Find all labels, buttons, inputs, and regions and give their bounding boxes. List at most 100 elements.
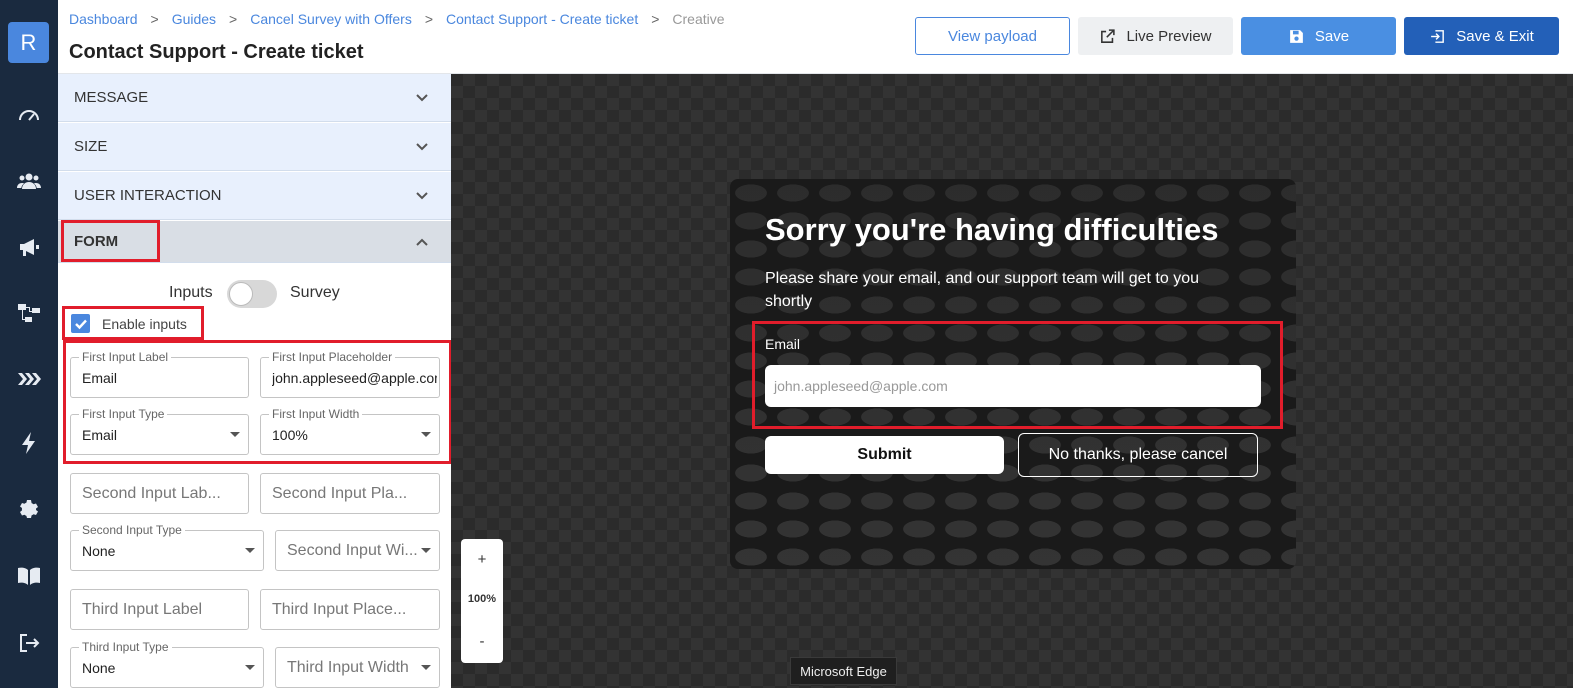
chevron-down-icon <box>416 143 428 151</box>
view-payload-button[interactable]: View payload <box>915 17 1070 55</box>
modal-submit-button[interactable]: Submit <box>765 436 1004 474</box>
modal-email-label: Email <box>765 336 801 352</box>
enable-inputs-label: Enable inputs <box>102 315 187 332</box>
first-input-placeholder-field[interactable]: First Input Placeholder john.appleseed@a… <box>260 350 440 398</box>
save-exit-label: Save & Exit <box>1456 27 1534 45</box>
third-input-placeholder-field[interactable]: Third Input Place... <box>260 589 440 630</box>
first-input-label-caption: First Input Label <box>79 350 172 364</box>
first-input-width-caption: First Input Width <box>269 407 363 421</box>
modal-subtitle: Please share your email, and our support… <box>765 270 1200 310</box>
floppy-disk-icon <box>1290 29 1303 43</box>
section-size[interactable]: SIZE <box>58 123 451 171</box>
switch-knob <box>229 282 253 306</box>
chevron-down-icon <box>416 94 428 102</box>
third-input-label-field[interactable]: Third Input Label <box>70 589 249 630</box>
breadcrumb-separator: > <box>424 11 434 27</box>
section-user-interaction-label: USER INTERACTION <box>74 187 222 204</box>
guides-icon[interactable] <box>14 364 44 394</box>
exit-icon <box>1431 29 1445 43</box>
zoom-level: 100% <box>467 593 497 605</box>
logout-icon[interactable] <box>14 628 44 658</box>
first-input-width-select[interactable]: First Input Width 100% <box>260 407 440 455</box>
zoom-out-button[interactable]: - <box>461 633 503 650</box>
preview-modal: Sorry you're having difficulties Please … <box>730 179 1296 569</box>
page-title: Contact Support - Create ticket <box>69 41 364 63</box>
megaphone-icon[interactable] <box>14 232 44 262</box>
second-input-placeholder-placeholder: Second Input Pla... <box>272 485 408 502</box>
first-input-type-select[interactable]: First Input Type Email <box>70 407 249 455</box>
section-user-interaction[interactable]: USER INTERACTION <box>58 172 451 220</box>
first-input-placeholder-caption: First Input Placeholder <box>269 350 396 364</box>
first-input-placeholder-value: john.appleseed@apple.com <box>272 370 437 386</box>
breadcrumb-guides[interactable]: Guides <box>172 11 216 27</box>
section-size-label: SIZE <box>74 138 108 155</box>
second-input-placeholder-field[interactable]: Second Input Pla... <box>260 473 440 514</box>
third-input-type-select[interactable]: Third Input Type None <box>70 640 264 688</box>
third-input-width-select[interactable]: Third Input Width <box>275 647 440 688</box>
gear-icon[interactable] <box>14 495 44 525</box>
toggle-inputs-label: Inputs <box>169 284 213 301</box>
dashboard-icon[interactable] <box>14 100 44 130</box>
modal-email-input[interactable]: john.appleseed@apple.com <box>765 365 1261 407</box>
external-link-icon <box>1101 28 1116 43</box>
inputs-survey-toggle-row: Inputs Survey <box>58 279 451 308</box>
book-icon[interactable] <box>14 561 44 591</box>
section-form-label: FORM <box>74 233 119 250</box>
breadcrumb-cancel-survey[interactable]: Cancel Survey with Offers <box>250 11 412 27</box>
save-button[interactable]: Save <box>1241 17 1396 55</box>
third-input-placeholder-placeholder: Third Input Place... <box>272 601 407 618</box>
breadcrumb-dashboard[interactable]: Dashboard <box>69 11 138 27</box>
settings-panel: MESSAGE SIZE USER INTERACTION FORM Input… <box>58 74 451 688</box>
dropdown-caret-icon <box>230 432 240 437</box>
inputs-survey-switch[interactable] <box>227 280 277 308</box>
first-input-label-value: Email <box>82 370 118 386</box>
section-form[interactable]: FORM <box>58 221 451 263</box>
section-message[interactable]: MESSAGE <box>58 74 451 122</box>
second-input-type-select[interactable]: Second Input Type None <box>70 523 264 571</box>
breadcrumb-creative: Creative <box>672 11 725 27</box>
chevron-down-icon <box>416 192 428 200</box>
third-input-type-caption: Third Input Type <box>79 640 172 654</box>
sidebar: R <box>0 0 58 688</box>
third-input-width-placeholder: Third Input Width <box>287 659 409 676</box>
users-icon[interactable] <box>14 166 44 196</box>
dropdown-caret-icon <box>245 665 255 670</box>
view-payload-label: View payload <box>948 27 1037 45</box>
enable-inputs-row[interactable]: Enable inputs <box>71 314 187 333</box>
top-bar: Dashboard > Guides > Cancel Survey with Of… <box>58 0 1573 74</box>
second-input-label-field[interactable]: Second Input Lab... <box>70 473 249 514</box>
second-input-width-placeholder: Second Input Wi... <box>287 542 418 559</box>
breadcrumb: Dashboard > Guides > Cancel Survey with Of… <box>69 11 725 27</box>
save-exit-button[interactable]: Save & Exit <box>1404 17 1559 55</box>
third-input-label-placeholder: Third Input Label <box>82 601 203 618</box>
first-input-type-value: Email <box>82 427 118 443</box>
live-preview-label: Live Preview <box>1126 27 1212 45</box>
section-message-label: MESSAGE <box>74 89 149 106</box>
zoom-in-button[interactable]: + <box>461 551 503 568</box>
dropdown-caret-icon <box>421 548 431 553</box>
enable-inputs-checkbox[interactable] <box>71 314 90 333</box>
flow-icon[interactable] <box>14 298 44 328</box>
toggle-survey-label: Survey <box>290 284 340 301</box>
dropdown-caret-icon <box>421 432 431 437</box>
live-preview-button[interactable]: Live Preview <box>1078 17 1233 55</box>
second-input-type-value: None <box>82 543 116 559</box>
first-input-width-value: 100% <box>272 427 308 443</box>
first-input-label-field[interactable]: First Input Label Email <box>70 350 249 398</box>
breadcrumb-separator: > <box>150 11 159 27</box>
second-input-type-caption: Second Input Type <box>79 523 185 537</box>
third-input-type-value: None <box>82 660 116 676</box>
dropdown-caret-icon <box>421 665 431 670</box>
dropdown-caret-icon <box>245 548 255 553</box>
breadcrumb-contact-support[interactable]: Contact Support - Create ticket <box>446 11 638 27</box>
modal-cancel-button[interactable]: No thanks, please cancel <box>1018 433 1258 477</box>
second-input-label-placeholder: Second Input Lab... <box>82 485 221 502</box>
check-icon <box>74 319 87 329</box>
first-input-type-caption: First Input Type <box>79 407 168 421</box>
zoom-control: + 100% - <box>461 539 503 663</box>
app-logo[interactable]: R <box>8 22 49 63</box>
taskbar-tooltip: Microsoft Edge <box>790 657 897 685</box>
second-input-width-select[interactable]: Second Input Wi... <box>275 530 440 571</box>
chevron-up-icon <box>416 238 428 246</box>
bolt-icon[interactable] <box>14 428 44 458</box>
